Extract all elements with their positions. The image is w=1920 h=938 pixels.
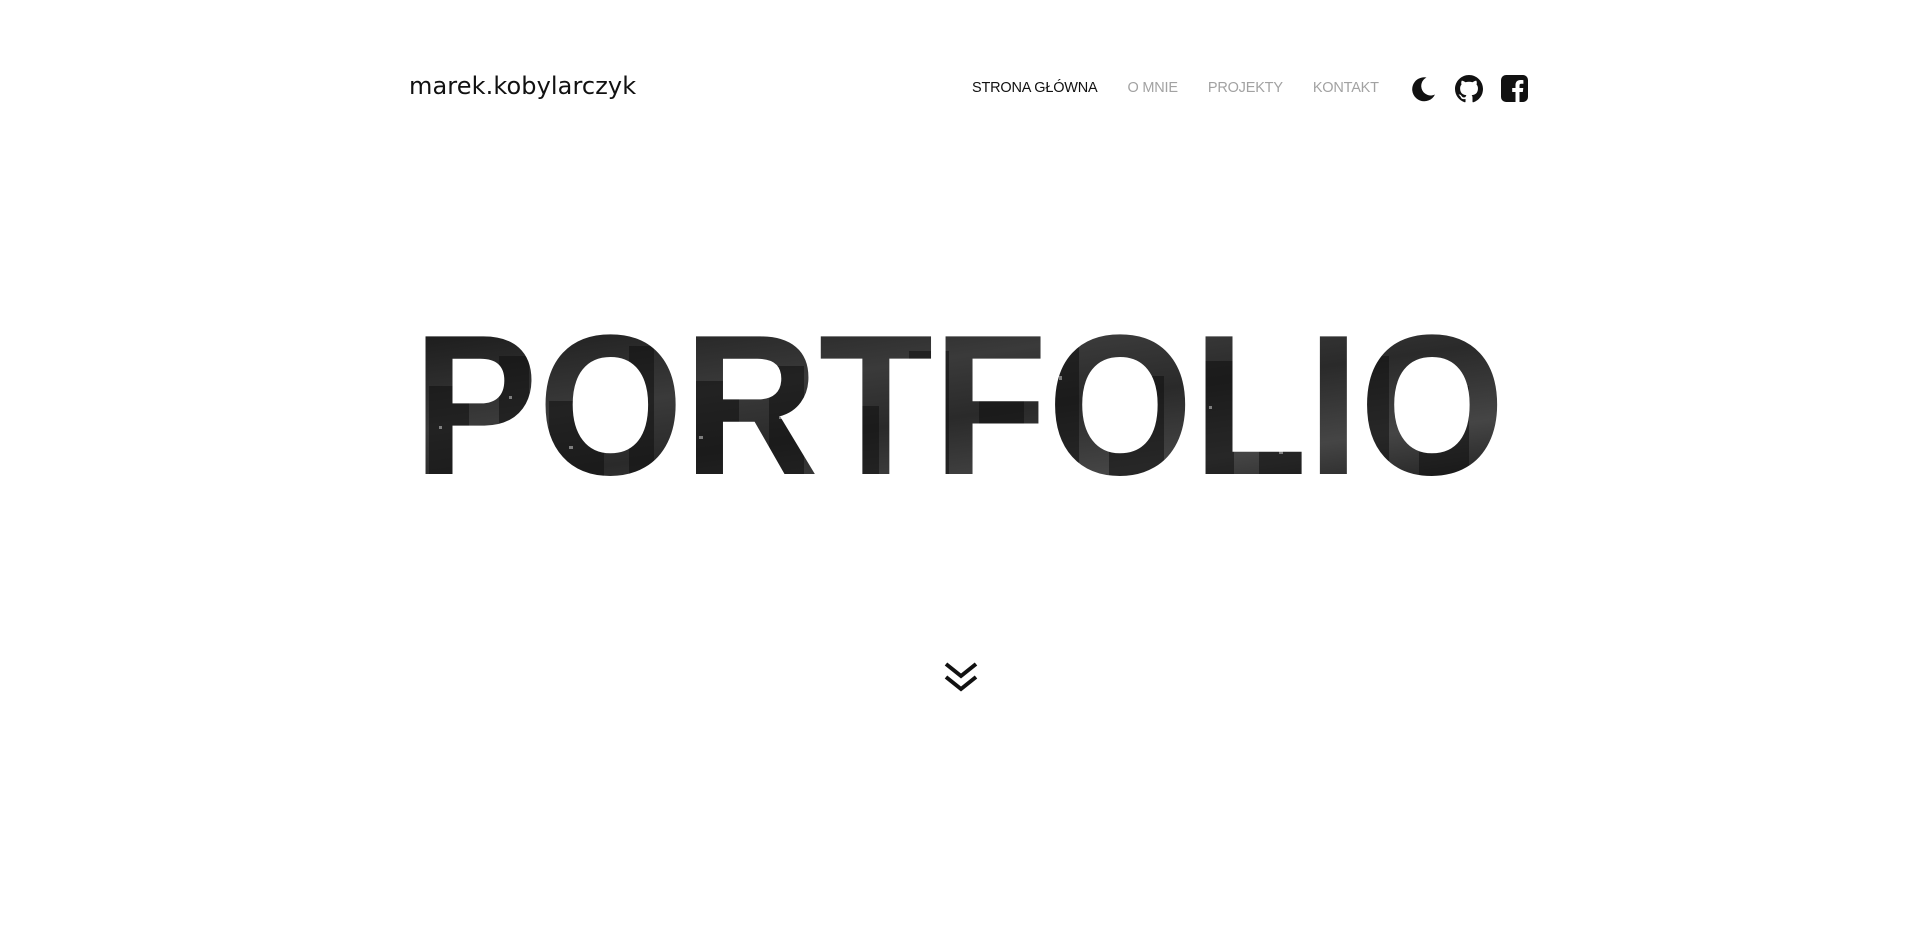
nav-item-projects[interactable]: PROJEKTY: [1208, 80, 1283, 96]
hero-title: PORTFOLIO: [413, 326, 1505, 478]
main-nav: STRONA GŁÓWNA O MNIE PROJEKTY KONTAKT: [972, 80, 1379, 96]
scroll-down-button[interactable]: [942, 660, 980, 696]
nav-item-contact[interactable]: KONTAKT: [1313, 80, 1379, 96]
hero-title-graphic: PORTFOLIO: [413, 326, 1505, 478]
moon-icon[interactable]: [1408, 74, 1437, 103]
double-chevron-down-icon: [944, 662, 978, 692]
page: marek.kobylarczyk STRONA GŁÓWNA O MNIE P…: [0, 0, 1920, 938]
github-icon[interactable]: [1454, 74, 1483, 103]
hero: PORTFOLIO: [409, 326, 1509, 478]
header-icons: [1408, 74, 1529, 103]
nav-item-about[interactable]: O MNIE: [1128, 80, 1179, 96]
facebook-icon[interactable]: [1500, 74, 1529, 103]
brand-logo[interactable]: marek.kobylarczyk: [409, 72, 636, 100]
nav-item-home[interactable]: STRONA GŁÓWNA: [972, 80, 1098, 96]
